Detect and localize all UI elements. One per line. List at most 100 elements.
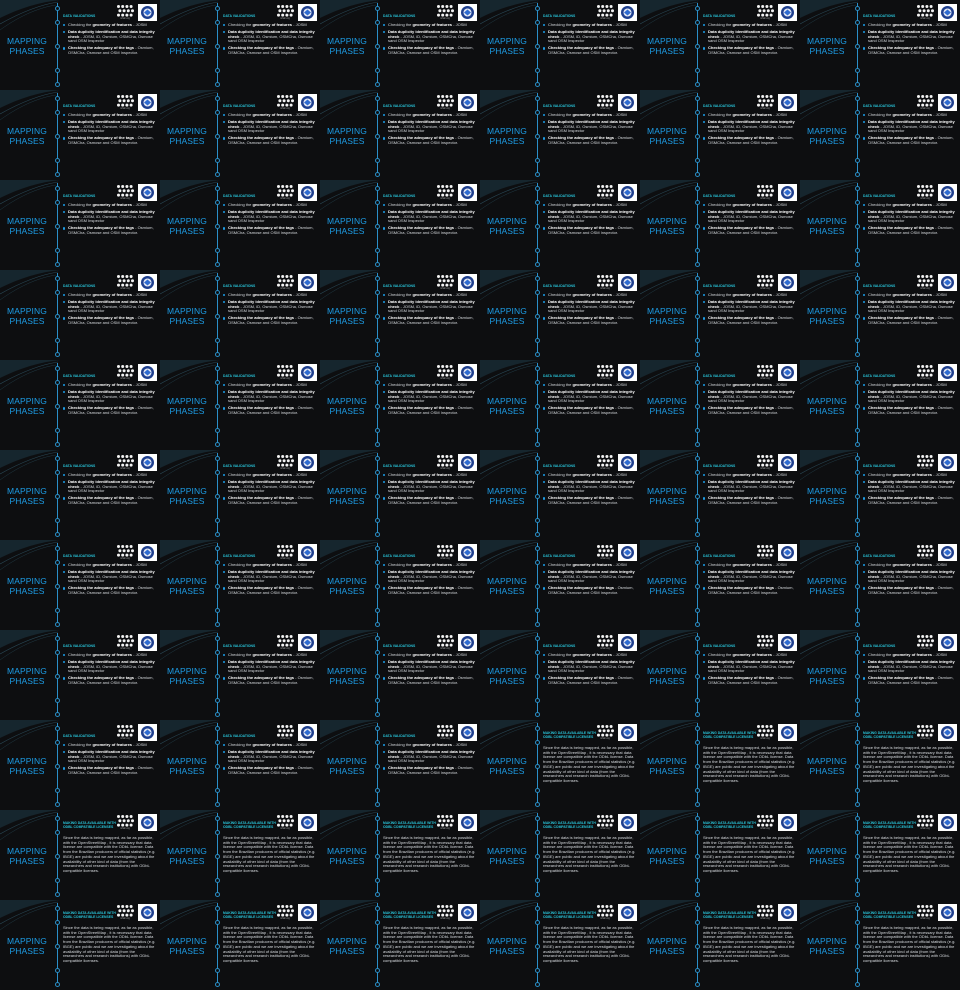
slide-thumbnail[interactable]: MAPPING PHASES mhdc.org DATA VALIDATIONS Che… xyxy=(160,450,320,540)
bullet-list: Checking the geometry of features - JOSM… xyxy=(223,652,316,688)
slide-thumbnail[interactable]: MAPPING PHASES mhdc.org DATA VALIDATIONS Che… xyxy=(320,270,480,360)
timeline-dot xyxy=(695,380,700,385)
bullet-bold: Checking the adequacy of the tags xyxy=(548,45,615,51)
timeline-dot xyxy=(215,674,220,679)
slide-thumbnail[interactable]: MAPPING PHASES mhdc.org DATA VALIDATIONS Che… xyxy=(800,270,960,360)
slide-title: MAPPING PHASES xyxy=(802,756,852,776)
slide-thumbnail[interactable]: MAPPING PHASES mhdc.org DATA VALIDATIONS Che… xyxy=(800,450,960,540)
slide-thumbnail[interactable]: MAPPING PHASES mhdc.org DATA VALIDATIONS Che… xyxy=(480,270,640,360)
slide-thumbnail[interactable]: MAPPING PHASES mhdc.org MAKING DATA AVAILAB… xyxy=(800,900,960,990)
slide-thumbnail[interactable]: MAPPING PHASES mhdc.org MAKING DATA AVAILAB… xyxy=(480,900,640,990)
bullet-item: Checking the adequacy of the tags - Osmi… xyxy=(863,675,956,685)
slide-thumbnail[interactable]: MAPPING PHASES mhdc.org MAKING DATA AVAILAB… xyxy=(640,720,800,810)
bullet-item: Checking the geometry of features - JOSM xyxy=(63,202,156,208)
slide-thumbnail[interactable]: MAPPING PHASES mhdc.org DATA VALIDATIONS Che… xyxy=(480,360,640,450)
bullet-list: Checking the geometry of features - JOSM… xyxy=(543,292,636,328)
slide-thumbnail[interactable]: MAPPING PHASES mhdc.org MAKING DATA AVAILAB… xyxy=(160,810,320,900)
slide-thumbnail[interactable]: MAPPING PHASES mhdc.org DATA VALIDATIONS Che… xyxy=(0,450,160,540)
slide-thumbnail[interactable]: MAPPING PHASES mhdc.org DATA VALIDATIONS Che… xyxy=(320,0,480,90)
body-paragraph: Since the data is being mapped, as far a… xyxy=(863,835,956,873)
bullet-bold: Data duplicity identification and data i… xyxy=(68,658,155,669)
slide-thumbnail[interactable]: MAPPING PHASES mhdc.org DATA VALIDATIONS Che… xyxy=(480,450,640,540)
slide-thumbnail[interactable]: MAPPING PHASES mhdc.org DATA VALIDATIONS Che… xyxy=(800,540,960,630)
timeline-dot xyxy=(215,110,220,115)
bullet-item: Checking the geometry of features - JOSM xyxy=(863,652,956,658)
badge-logo-icon xyxy=(621,276,634,289)
slide-thumbnail[interactable]: MAPPING PHASES mhdc.org DATA VALIDATIONS Che… xyxy=(480,630,640,720)
slide-thumbnail[interactable]: MAPPING PHASES mhdc.org MAKING DATA AVAILAB… xyxy=(320,900,480,990)
slide-thumbnail[interactable]: MAPPING PHASES mhdc.org DATA VALIDATIONS Che… xyxy=(800,0,960,90)
slide-thumbnail[interactable]: MAPPING PHASES mhdc.org DATA VALIDATIONS Che… xyxy=(160,540,320,630)
timeline-dot xyxy=(855,314,860,319)
slide-thumbnail[interactable]: MAPPING PHASES mhdc.org DATA VALIDATIONS Che… xyxy=(320,540,480,630)
slide-thumbnail[interactable]: MAPPING PHASES mhdc.org DATA VALIDATIONS Che… xyxy=(640,270,800,360)
slide-thumbnail[interactable]: MAPPING PHASES mhdc.org MAKING DATA AVAILAB… xyxy=(480,720,640,810)
bullet-list: Checking the geometry of features - JOSM… xyxy=(223,742,316,778)
slide-thumbnail[interactable]: MAPPING PHASES mhdc.org DATA VALIDATIONS Che… xyxy=(0,630,160,720)
bullet-item: Data duplicity identification and data i… xyxy=(63,119,156,134)
slide-thumbnail[interactable]: MAPPING PHASES mhdc.org DATA VALIDATIONS Che… xyxy=(0,540,160,630)
slide-thumbnail[interactable]: MAPPING PHASES mhdc.org DATA VALIDATIONS Che… xyxy=(640,540,800,630)
slide-thumbnail[interactable]: MAPPING PHASES mhdc.org DATA VALIDATIONS Che… xyxy=(640,450,800,540)
section-heading: DATA VALIDATIONS xyxy=(543,194,576,198)
slide-thumbnail[interactable]: MAPPING PHASES mhdc.org DATA VALIDATIONS Che… xyxy=(640,360,800,450)
slide-thumbnail[interactable]: MAPPING PHASES mhdc.org DATA VALIDATIONS Che… xyxy=(320,360,480,450)
timeline-dot xyxy=(855,622,860,627)
slide-thumbnail[interactable]: MAPPING PHASES mhdc.org DATA VALIDATIONS Che… xyxy=(320,630,480,720)
slide-thumbnail[interactable]: MAPPING PHASES mhdc.org DATA VALIDATIONS Che… xyxy=(800,90,960,180)
slide-thumbnail[interactable]: MAPPING PHASES mhdc.org DATA VALIDATIONS Che… xyxy=(640,0,800,90)
slide-thumbnail[interactable]: MAPPING PHASES mhdc.org DATA VALIDATIONS Che… xyxy=(640,90,800,180)
slide-thumbnail[interactable]: MAPPING PHASES mhdc.org DATA VALIDATIONS Che… xyxy=(480,540,640,630)
slide-thumbnail[interactable]: MAPPING PHASES mhdc.org DATA VALIDATIONS Che… xyxy=(160,630,320,720)
slide-thumbnail[interactable]: MAPPING PHASES mhdc.org MAKING DATA AVAILAB… xyxy=(640,810,800,900)
slide-thumbnail[interactable]: MAPPING PHASES mhdc.org DATA VALIDATIONS Che… xyxy=(800,180,960,270)
slide-thumbnail[interactable]: MAPPING PHASES mhdc.org DATA VALIDATIONS Che… xyxy=(640,630,800,720)
slide-thumbnail[interactable]: MAPPING PHASES mhdc.org DATA VALIDATIONS Che… xyxy=(160,0,320,90)
slide-thumbnail[interactable]: MAPPING PHASES mhdc.org MAKING DATA AVAILAB… xyxy=(800,810,960,900)
slide-thumbnail[interactable]: MAPPING PHASES mhdc.org DATA VALIDATIONS Che… xyxy=(320,90,480,180)
bullet-list: Checking the geometry of features - JOSM… xyxy=(383,742,476,778)
slide-thumbnail[interactable]: MAPPING PHASES mhdc.org DATA VALIDATIONS Che… xyxy=(320,180,480,270)
badge-logo-icon xyxy=(781,816,794,829)
slide-thumbnail[interactable]: MAPPING PHASES mhdc.org DATA VALIDATIONS Che… xyxy=(0,720,160,810)
slide-thumbnail[interactable]: MAPPING PHASES mhdc.org DATA VALIDATIONS Che… xyxy=(480,0,640,90)
slide-thumbnail[interactable]: MAPPING PHASES mhdc.org MAKING DATA AVAILAB… xyxy=(0,810,160,900)
slide-thumbnail[interactable]: MAPPING PHASES mhdc.org DATA VALIDATIONS Che… xyxy=(480,180,640,270)
slide-thumbnail[interactable]: MAPPING PHASES mhdc.org DATA VALIDATIONS Che… xyxy=(160,90,320,180)
slide-thumbnail[interactable]: MAPPING PHASES mhdc.org MAKING DATA AVAILAB… xyxy=(0,900,160,990)
badge-logo-icon xyxy=(461,816,474,829)
slide-thumbnail[interactable]: MAPPING PHASES mhdc.org DATA VALIDATIONS Che… xyxy=(0,90,160,180)
slide-thumbnail[interactable]: MAPPING PHASES mhdc.org MAKING DATA AVAILAB… xyxy=(480,810,640,900)
slide-thumbnail[interactable]: MAPPING PHASES mhdc.org DATA VALIDATIONS Che… xyxy=(160,360,320,450)
timeline-dot xyxy=(855,712,860,717)
bullet-item: Checking the geometry of features - JOSM xyxy=(223,652,316,658)
slide-thumbnail[interactable]: MAPPING PHASES mhdc.org DATA VALIDATIONS Che… xyxy=(160,720,320,810)
slide-thumbnail[interactable]: MAPPING PHASES mhdc.org DATA VALIDATIONS Che… xyxy=(480,90,640,180)
slide-title-line: MAPPING xyxy=(807,306,847,316)
timeline-dot xyxy=(375,456,380,461)
slide-thumbnail[interactable]: MAPPING PHASES mhdc.org DATA VALIDATIONS Che… xyxy=(0,0,160,90)
slide-thumbnail[interactable]: MAPPING PHASES mhdc.org MAKING DATA AVAILAB… xyxy=(640,900,800,990)
slide-thumbnail[interactable]: MAPPING PHASES mhdc.org DATA VALIDATIONS Che… xyxy=(800,360,960,450)
timeline-dot xyxy=(535,366,540,371)
slide-title-line: MAPPING xyxy=(327,396,367,406)
slide-thumbnail[interactable]: MAPPING PHASES mhdc.org DATA VALIDATIONS Che… xyxy=(0,360,160,450)
slide-thumbnail[interactable]: MAPPING PHASES mhdc.org MAKING DATA AVAILAB… xyxy=(320,810,480,900)
bullet-item: Data duplicity identification and data i… xyxy=(63,658,156,674)
timeline-dot xyxy=(375,920,380,925)
slide-thumbnail[interactable]: MAPPING PHASES mhdc.org DATA VALIDATIONS Che… xyxy=(800,630,960,720)
logo-caption: mhdc.org xyxy=(120,738,130,740)
slide-thumbnail[interactable]: MAPPING PHASES mhdc.org MAKING DATA AVAILAB… xyxy=(800,720,960,810)
slide-thumbnail[interactable]: MAPPING PHASES mhdc.org MAKING DATA AVAILAB… xyxy=(160,900,320,990)
bullet-bold: Data duplicity identification and data i… xyxy=(68,388,155,399)
slide-thumbnail[interactable]: MAPPING PHASES mhdc.org DATA VALIDATIONS Che… xyxy=(640,180,800,270)
slide-thumbnail[interactable]: MAPPING PHASES mhdc.org DATA VALIDATIONS Che… xyxy=(0,270,160,360)
slide-thumbnail[interactable]: MAPPING PHASES mhdc.org DATA VALIDATIONS Che… xyxy=(0,180,160,270)
slide-thumbnail[interactable]: MAPPING PHASES mhdc.org DATA VALIDATIONS Che… xyxy=(160,270,320,360)
bullet-bold: Data duplicity identification and data i… xyxy=(868,478,955,489)
slide-thumbnail[interactable]: MAPPING PHASES mhdc.org DATA VALIDATIONS Che… xyxy=(320,720,480,810)
slide-thumbnail[interactable]: MAPPING PHASES mhdc.org DATA VALIDATIONS Che… xyxy=(320,450,480,540)
slide-thumbnail[interactable]: MAPPING PHASES mhdc.org DATA VALIDATIONS Che… xyxy=(160,180,320,270)
bullet-bold: geometry of features xyxy=(572,22,613,27)
timeline-dot xyxy=(55,816,60,821)
